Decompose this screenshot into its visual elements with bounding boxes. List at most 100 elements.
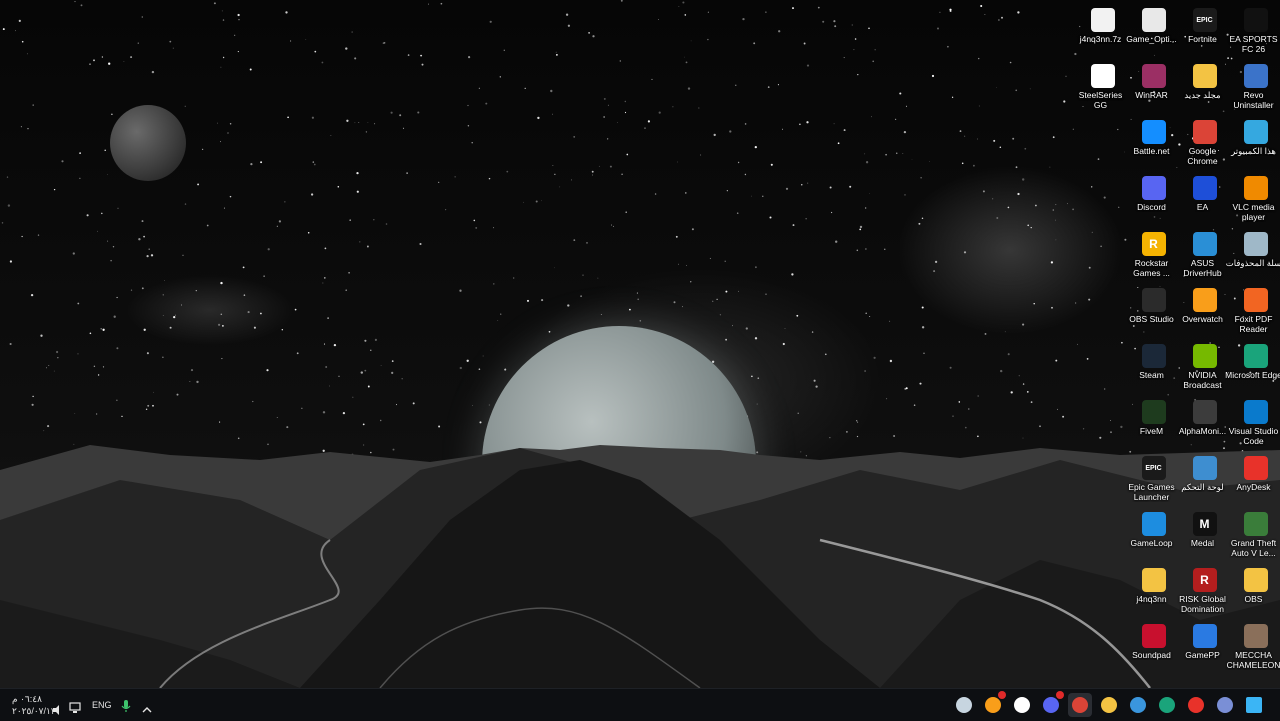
rockstar-icon: R xyxy=(1142,232,1166,256)
desktop-icon[interactable]: Soundpad xyxy=(1128,618,1179,674)
desktop-icon-label: OBS xyxy=(1225,594,1280,604)
fortnite-icon: EPIC xyxy=(1193,8,1217,32)
winrar-icon xyxy=(1142,64,1166,88)
desktop-icon-label: j4nq3nn xyxy=(1123,594,1181,604)
desktop-icon[interactable]: Steam xyxy=(1128,338,1179,394)
desktop-icon-label: Revo Uninstaller xyxy=(1225,90,1280,110)
desktop-icon[interactable]: لوحة التحكم xyxy=(1179,450,1230,506)
desktop-icon[interactable]: OBS xyxy=(1230,562,1280,618)
taskbar-app-medal[interactable] xyxy=(1010,693,1034,717)
desktop-icon[interactable]: Overwatch xyxy=(1179,282,1230,338)
desktop-icon[interactable]: WinRAR xyxy=(1128,58,1179,114)
this-pc-icon xyxy=(1244,120,1268,144)
network-icon[interactable] xyxy=(69,699,81,711)
notification-badge xyxy=(1056,691,1064,699)
desktop-icon[interactable]: Discord xyxy=(1128,170,1179,226)
volume-icon[interactable] xyxy=(52,700,62,710)
desktop-icon-label: AnyDesk xyxy=(1225,482,1280,492)
taskbar-app-discord[interactable] xyxy=(1039,693,1063,717)
taskbar: ٠٦:٤٨ م ٢٠٢٥/٠٧/١٣ ENG xyxy=(0,688,1280,721)
desktop-icon-label: GameLoop xyxy=(1123,538,1181,548)
gameloop-icon xyxy=(1142,512,1166,536)
battle-net-icon xyxy=(1142,120,1166,144)
desktop-icon-label: Overwatch xyxy=(1174,314,1232,324)
language-indicator[interactable]: ENG xyxy=(92,700,112,710)
desktop-icon-label: Visual Studio Code xyxy=(1225,426,1280,446)
chevron-up-icon[interactable] xyxy=(142,700,152,710)
desktop-icon[interactable]: OBS Studio xyxy=(1128,282,1179,338)
file-icon xyxy=(1091,8,1115,32)
revo-uninstaller-icon xyxy=(1244,64,1268,88)
chrome-icon xyxy=(1072,697,1088,713)
desktop-icon[interactable]: ASUS DriverHub xyxy=(1179,226,1230,282)
desktop-icon[interactable]: EPICEpic Games Launcher xyxy=(1128,450,1179,506)
desktop-icon[interactable]: RRISK Global Domination xyxy=(1179,562,1230,618)
control-panel-icon xyxy=(1193,456,1217,480)
desktop-icon[interactable]: MECCHA CHAMELEON xyxy=(1230,618,1280,674)
taskbar-app-edge[interactable] xyxy=(1155,693,1179,717)
risk-icon: R xyxy=(1193,568,1217,592)
recycle-bin-icon xyxy=(1244,232,1268,256)
desktop-icon[interactable]: EA xyxy=(1179,170,1230,226)
ea-icon xyxy=(1193,176,1217,200)
desktop-icon[interactable]: j4nq3nn xyxy=(1128,562,1179,618)
desktop-icon-label: AlphaMoni... xyxy=(1174,426,1232,436)
taskbar-app-start[interactable] xyxy=(1242,693,1266,717)
taskbar-app-chrome[interactable] xyxy=(1068,693,1092,717)
store-icon xyxy=(1130,697,1146,713)
desktop-icon[interactable]: هذا الكمبيوتر xyxy=(1230,114,1280,170)
desktop-icon[interactable]: GamePP xyxy=(1179,618,1230,674)
desktop-icon[interactable]: مجلد جديد xyxy=(1179,58,1230,114)
desktop-icon[interactable]: RRockstar Games ... xyxy=(1128,226,1179,282)
soundpad-icon xyxy=(1142,624,1166,648)
gamepp-icon xyxy=(1193,624,1217,648)
taskbar-app-overwatch[interactable] xyxy=(981,693,1005,717)
desktop-icon[interactable]: j4nq3nn.7z xyxy=(1077,2,1128,58)
desktop-icon[interactable]: Microsoft Edge xyxy=(1230,338,1280,394)
steelseries-icon xyxy=(1091,64,1115,88)
gta-v-icon xyxy=(1244,512,1268,536)
taskbar-app-microsoft-store[interactable] xyxy=(1126,693,1150,717)
desktop-icon[interactable]: سلة المحذوفات xyxy=(1230,226,1280,282)
desktop-icon[interactable]: Visual Studio Code xyxy=(1230,394,1280,450)
desktop-icon-label: GamePP xyxy=(1174,650,1232,660)
desktop-icon-label: Google Chrome xyxy=(1174,146,1232,166)
desktop-icon[interactable]: EPICFortnite xyxy=(1179,2,1230,58)
desktop-icon[interactable]: NVIDIA Broadcast xyxy=(1179,338,1230,394)
taskbar-app-snipping-tool[interactable] xyxy=(1213,693,1237,717)
desktop-icon[interactable]: EA SPORTS FC 26 xyxy=(1230,2,1280,58)
taskbar-app-steam[interactable] xyxy=(952,693,976,717)
desktop-icon[interactable]: MMedal xyxy=(1179,506,1230,562)
taskbar-app-file-explorer[interactable] xyxy=(1097,693,1121,717)
fivem-icon xyxy=(1142,400,1166,424)
desktop-icon[interactable]: GameLoop xyxy=(1128,506,1179,562)
edge-icon xyxy=(1159,697,1175,713)
desktop-icon-label: RISK Global Domination xyxy=(1174,594,1232,614)
obs-icon xyxy=(1142,288,1166,312)
desktop-icon-label: Rockstar Games ... xyxy=(1123,258,1181,278)
desktop-icon-label: سلة المحذوفات xyxy=(1225,258,1280,268)
microphone-icon[interactable] xyxy=(121,698,131,712)
desktop-icon[interactable]: Battle.net xyxy=(1128,114,1179,170)
desktop-icon[interactable]: SteelSeries GG xyxy=(1077,58,1128,114)
desktop-icon[interactable]: Game_Opti... xyxy=(1128,2,1179,58)
desktop-icon-label: j4nq3nn.7z xyxy=(1072,34,1130,44)
desktop-icon[interactable]: AnyDesk xyxy=(1230,450,1280,506)
desktop-icon-label: OBS Studio xyxy=(1123,314,1181,324)
desktop-icon[interactable]: FiveM xyxy=(1128,394,1179,450)
taskbar-app-anydesk[interactable] xyxy=(1184,693,1208,717)
alphamonitor-icon xyxy=(1193,400,1217,424)
desktop-icon-label: VLC media player xyxy=(1225,202,1280,222)
desktop-icon[interactable]: VLC media player xyxy=(1230,170,1280,226)
overwatch-icon xyxy=(1193,288,1217,312)
desktop-icon[interactable]: Revo Uninstaller xyxy=(1230,58,1280,114)
desktop-icon[interactable]: Foxit PDF Reader xyxy=(1230,282,1280,338)
nvidia-icon xyxy=(1193,344,1217,368)
anydesk-icon xyxy=(1188,697,1204,713)
desktop-icon[interactable]: Google Chrome xyxy=(1179,114,1230,170)
clock-date[interactable]: ٢٠٢٥/٠٧/١٣ xyxy=(12,706,56,717)
edge-icon xyxy=(1244,344,1268,368)
desktop-icon[interactable]: Grand Theft Auto V Le... xyxy=(1230,506,1280,562)
clock-time[interactable]: ٠٦:٤٨ م xyxy=(12,694,42,705)
desktop-icon[interactable]: AlphaMoni... xyxy=(1179,394,1230,450)
